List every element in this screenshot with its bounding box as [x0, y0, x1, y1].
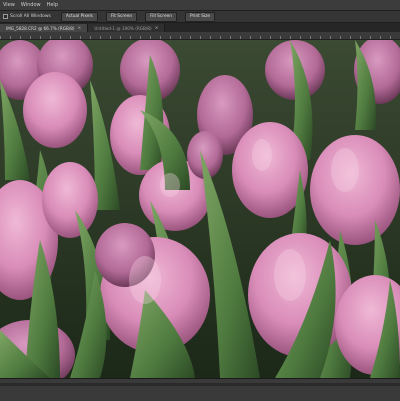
scroll-all-windows-checkbox[interactable]: [3, 14, 8, 19]
scroll-all-windows-option[interactable]: Scroll All Windows: [3, 14, 51, 19]
document-tab-inactive[interactable]: Untitled-1 @ 100% (RGB/8) ×: [88, 24, 166, 32]
scroll-all-windows-label: Scroll All Windows: [10, 14, 51, 19]
horizontal-scrollbar[interactable]: [0, 383, 400, 386]
actual-pixels-button[interactable]: Actual Pixels: [60, 11, 98, 22]
options-bar: Scroll All Windows Actual Pixels Fit Scr…: [0, 11, 400, 23]
fill-screen-button[interactable]: Fill Screen: [145, 11, 177, 22]
status-bar: [0, 378, 400, 401]
tulip-photo: [0, 40, 400, 378]
menu-item-view[interactable]: View: [3, 2, 15, 8]
menu-item-help[interactable]: Help: [47, 2, 58, 8]
document-tab-active[interactable]: IMG_5828.CR2 @ 66.7% (RGB/8) ×: [0, 24, 89, 32]
close-icon[interactable]: ×: [78, 26, 82, 31]
document-tab-bar: IMG_5828.CR2 @ 66.7% (RGB/8) × Untitled-…: [0, 23, 400, 32]
menu-item-window[interactable]: Window: [21, 2, 41, 8]
close-icon[interactable]: ×: [155, 26, 159, 31]
print-size-button[interactable]: Print Size: [184, 11, 216, 22]
document-tab-label: IMG_5828.CR2 @ 66.7% (RGB/8): [6, 25, 75, 31]
image-canvas[interactable]: [0, 40, 400, 378]
top-ruler: [0, 32, 400, 40]
fit-screen-button[interactable]: Fit Screen: [105, 11, 138, 22]
document-tab-label: Untitled-1 @ 100% (RGB/8): [94, 25, 152, 31]
menu-bar: View Window Help: [0, 0, 400, 11]
